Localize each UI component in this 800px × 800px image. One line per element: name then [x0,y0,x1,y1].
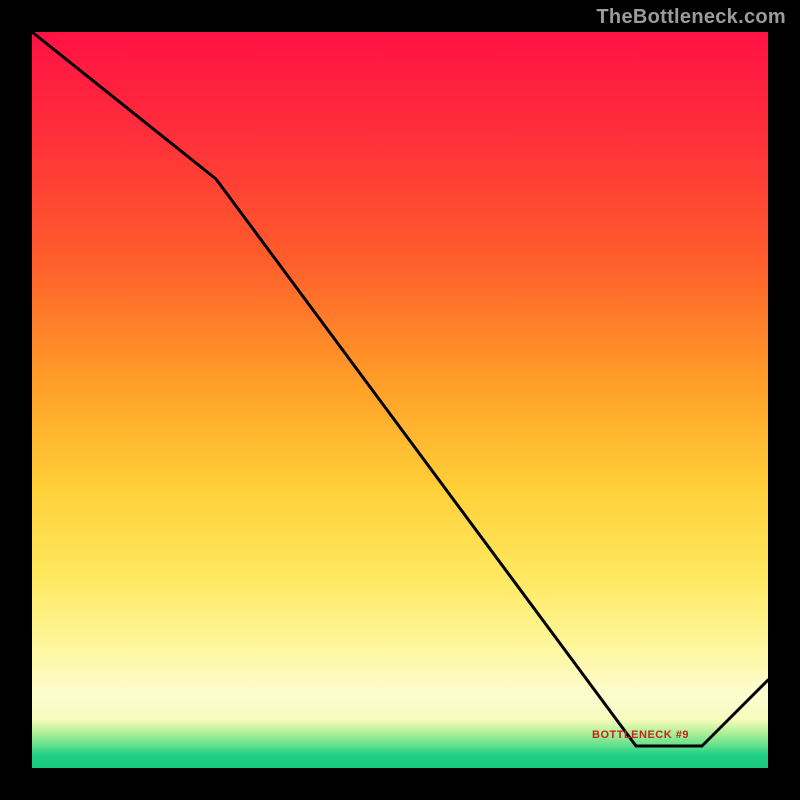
chart-stage: TheBottleneck.com BOTTLENECK #9 [0,0,800,800]
watermark-text: TheBottleneck.com [596,6,786,29]
plot-area: BOTTLENECK #9 [32,32,768,768]
bottleneck-annotation: BOTTLENECK #9 [592,729,689,741]
bottleneck-curve [32,32,768,768]
